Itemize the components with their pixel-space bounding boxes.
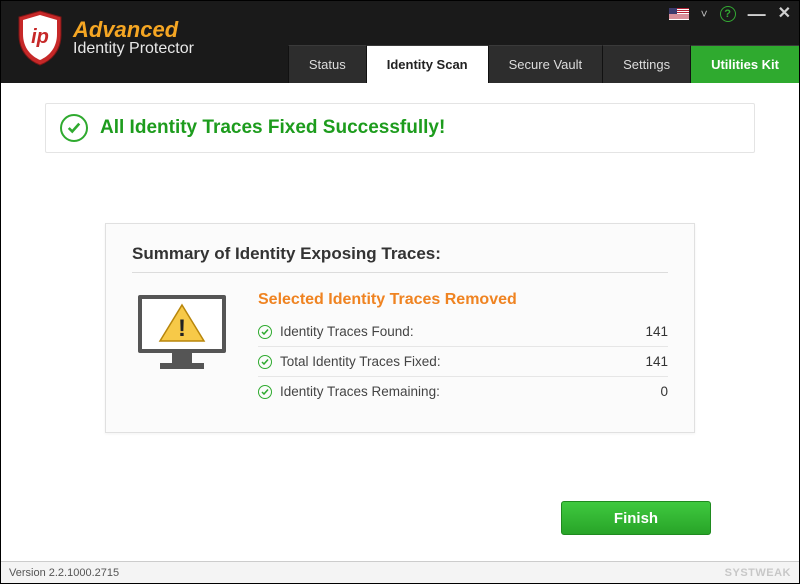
svg-text:!: ! — [178, 315, 186, 342]
summary-card: Summary of Identity Exposing Traces: ! S… — [105, 223, 695, 433]
tab-status[interactable]: Status — [288, 45, 366, 83]
svg-text:ip: ip — [31, 26, 49, 48]
app-title-main: Advanced — [73, 18, 194, 41]
tab-utilities-kit[interactable]: Utilities Kit — [690, 45, 799, 83]
stat-row-fixed: Total Identity Traces Fixed: 141 — [258, 347, 668, 377]
app-title-sub: Identity Protector — [73, 41, 194, 58]
close-button[interactable]: ✕ — [778, 6, 791, 22]
app-window: ip Advanced Identity Protector ˅ ? — ✕ S… — [0, 0, 800, 584]
main-tabs: Status Identity Scan Secure Vault Settin… — [288, 45, 799, 83]
tab-secure-vault[interactable]: Secure Vault — [488, 45, 602, 83]
chevron-down-icon[interactable]: ˅ — [701, 7, 708, 21]
watermark: SYSTWEAK — [725, 567, 791, 579]
success-message: All Identity Traces Fixed Successfully! — [100, 117, 445, 139]
stat-row-remaining: Identity Traces Remaining: 0 — [258, 377, 668, 406]
minimize-button[interactable]: — — [748, 5, 766, 23]
monitor-warning-icon: ! — [132, 291, 232, 381]
window-controls: ˅ ? — ✕ — [669, 5, 791, 23]
summary-title: Summary of Identity Exposing Traces: — [132, 244, 668, 273]
summary-headline: Selected Identity Traces Removed — [258, 291, 668, 309]
success-banner: All Identity Traces Fixed Successfully! — [45, 103, 755, 153]
check-icon — [258, 385, 272, 399]
finish-button[interactable]: Finish — [561, 501, 711, 535]
summary-stats: Selected Identity Traces Removed Identit… — [258, 291, 668, 406]
check-icon — [258, 325, 272, 339]
language-flag-icon[interactable] — [669, 8, 689, 20]
header: ip Advanced Identity Protector ˅ ? — ✕ S… — [1, 1, 799, 83]
tab-identity-scan[interactable]: Identity Scan — [366, 45, 488, 83]
content-area: All Identity Traces Fixed Successfully! … — [1, 83, 799, 561]
help-icon[interactable]: ? — [720, 6, 736, 22]
version-label: Version 2.2.1000.2715 — [9, 567, 119, 579]
success-check-icon — [60, 114, 88, 142]
status-bar: Version 2.2.1000.2715 SYSTWEAK — [1, 561, 799, 583]
stat-row-found: Identity Traces Found: 141 — [258, 317, 668, 347]
tab-settings[interactable]: Settings — [602, 45, 690, 83]
action-row: Finish — [45, 501, 755, 561]
shield-icon: ip — [15, 9, 65, 67]
app-logo: ip Advanced Identity Protector — [15, 9, 194, 67]
check-icon — [258, 355, 272, 369]
